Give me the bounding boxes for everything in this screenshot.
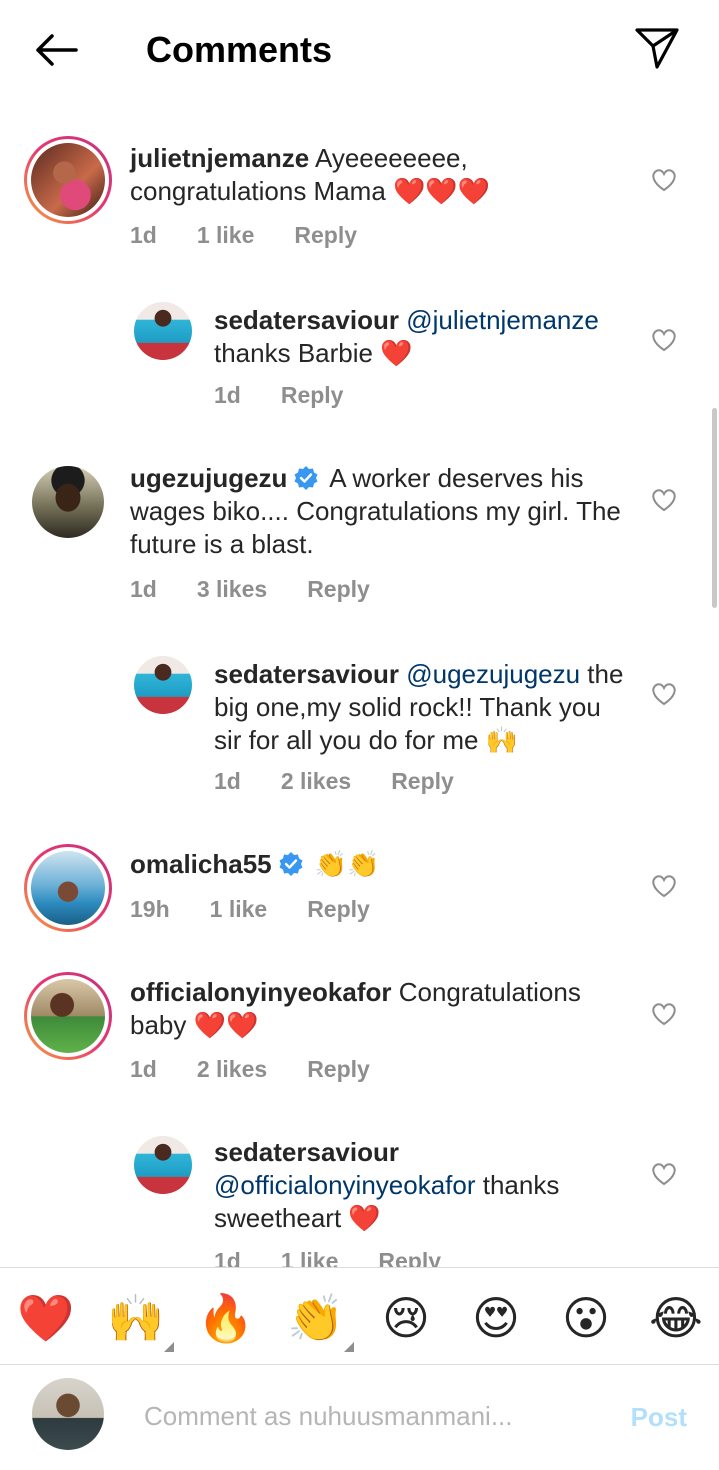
comment-time: 1d	[130, 222, 157, 248]
comment-text: julietnjemanze Ayeeeeeeee, congratulatio…	[130, 142, 630, 208]
comment-time: 1d	[214, 382, 241, 408]
heart-icon[interactable]	[649, 164, 679, 194]
verified-badge-icon	[294, 466, 318, 490]
my-avatar	[32, 1378, 104, 1450]
raising-hands-glyph: 🙌	[107, 1292, 165, 1344]
crying-face-emoji[interactable]: 😢	[376, 1288, 436, 1348]
comment-likes[interactable]: 2 likes	[197, 1056, 267, 1083]
comment-text: ugezujugezu A worker deserves his wages …	[130, 462, 630, 561]
heart-eyes-emoji[interactable]: 😍	[466, 1288, 526, 1348]
mention-link[interactable]: @ugezujugezu	[406, 659, 580, 689]
clapping-hands-emoji[interactable]: 👏	[286, 1288, 354, 1352]
comment-username[interactable]: officialonyinyeokafor	[130, 977, 392, 1007]
comments-list[interactable]: julietnjemanze Ayeeeeeeee, congratulatio…	[0, 100, 719, 1267]
comment-username[interactable]: sedatersaviour	[214, 1137, 399, 1167]
back-arrow-icon[interactable]	[28, 26, 84, 74]
comment-item: julietnjemanze Ayeeeeeeee, congratulatio…	[0, 136, 719, 276]
reply-button[interactable]: Reply	[307, 1056, 370, 1083]
reply-button[interactable]: Reply	[307, 576, 370, 603]
page-title: Comments	[146, 29, 333, 70]
reply-button[interactable]: Reply	[378, 1248, 441, 1267]
header: Comments	[0, 0, 719, 100]
red-heart-emoji[interactable]: ❤️	[16, 1288, 76, 1348]
comment-input[interactable]	[144, 1394, 594, 1438]
comment-likes[interactable]: 2 likes	[281, 768, 351, 795]
comment-meta: 1d 1 like Reply	[214, 1248, 481, 1267]
heart-icon[interactable]	[649, 484, 679, 514]
comment-item: officialonyinyeokafor Congratulations ba…	[0, 972, 719, 1112]
comment-likes[interactable]: 1 like	[281, 1248, 339, 1267]
clapping-hands-glyph: 👏	[287, 1292, 345, 1344]
avatar[interactable]	[134, 1136, 192, 1194]
reply-item: sedatersaviour @officialonyinyeokafor th…	[0, 1134, 719, 1267]
reply-item: sedatersaviour @julietnjemanze thanks Ba…	[0, 300, 719, 420]
reply-button[interactable]: Reply	[391, 768, 454, 795]
comment-likes[interactable]: 1 like	[210, 896, 268, 923]
comment-time: 1d	[214, 768, 241, 794]
comment-text: sedatersaviour @julietnjemanze thanks Ba…	[214, 304, 634, 370]
comment-text: sedatersaviour @officialonyinyeokafor th…	[214, 1136, 634, 1235]
comment-likes[interactable]: 1 like	[197, 222, 255, 249]
comment-text: sedatersaviour @ugezujugezu the big one,…	[214, 658, 634, 757]
comment-meta: 19h 1 like Reply	[130, 896, 410, 923]
comment-item: ugezujugezu A worker deserves his wages …	[0, 462, 719, 622]
emoji-quick-bar: ❤️ 🙌 🔥 👏 😢 😍 😮 😂	[0, 1267, 719, 1365]
raising-hands-emoji[interactable]: 🙌	[106, 1288, 174, 1352]
comment-meta: 1d 3 likes Reply	[130, 576, 410, 603]
comment-username[interactable]: sedatersaviour	[214, 305, 399, 335]
comment-time: 1d	[214, 1248, 241, 1267]
reply-item: sedatersaviour @ugezujugezu the big one,…	[0, 654, 719, 814]
comment-username[interactable]: omalicha55	[130, 849, 272, 879]
comment-username[interactable]: ugezujugezu	[130, 463, 287, 493]
post-button[interactable]: Post	[631, 1402, 687, 1433]
send-icon[interactable]	[631, 24, 683, 72]
heart-icon[interactable]	[649, 870, 679, 900]
mention-link[interactable]: @officialonyinyeokafor	[214, 1170, 476, 1200]
heart-icon[interactable]	[649, 1158, 679, 1188]
avatar[interactable]	[24, 972, 112, 1060]
heart-icon[interactable]	[649, 678, 679, 708]
mention-link[interactable]: @julietnjemanze	[406, 305, 599, 335]
heart-icon[interactable]	[649, 998, 679, 1028]
comment-meta: 1d 2 likes Reply	[214, 768, 494, 795]
comment-time: 1d	[130, 576, 157, 602]
avatar[interactable]	[24, 844, 112, 932]
surprised-face-emoji[interactable]: 😮	[556, 1288, 616, 1348]
comment-likes[interactable]: 3 likes	[197, 576, 267, 603]
comment-meta: 1d 1 like Reply	[130, 222, 397, 249]
comment-username[interactable]: julietnjemanze	[130, 143, 309, 173]
fire-emoji[interactable]: 🔥	[196, 1288, 256, 1348]
comment-composer: Post	[0, 1366, 719, 1470]
skin-tone-indicator-icon	[344, 1342, 354, 1352]
avatar[interactable]	[134, 656, 192, 714]
avatar[interactable]	[134, 302, 192, 360]
comment-content: 👏👏	[314, 849, 380, 879]
comment-time: 19h	[130, 896, 170, 922]
comment-text: omalicha55 👏👏	[130, 848, 630, 881]
skin-tone-indicator-icon	[164, 1342, 174, 1352]
comment-meta: 1d Reply	[214, 382, 383, 409]
avatar[interactable]	[24, 136, 112, 224]
comment-time: 1d	[130, 1056, 157, 1082]
comment-username[interactable]: sedatersaviour	[214, 659, 399, 689]
reply-button[interactable]: Reply	[294, 222, 357, 249]
avatar[interactable]	[32, 466, 104, 538]
comment-meta: 1d 2 likes Reply	[130, 1056, 410, 1083]
comment-item: omalicha55 👏👏 19h 1 like Reply	[0, 844, 719, 944]
comment-content: thanks Barbie ❤️	[214, 338, 413, 368]
comment-text: officialonyinyeokafor Congratulations ba…	[130, 976, 630, 1042]
scrollbar[interactable]	[712, 408, 717, 608]
verified-badge-icon	[279, 852, 303, 876]
reply-button[interactable]: Reply	[307, 896, 370, 923]
reply-button[interactable]: Reply	[281, 382, 344, 409]
heart-icon[interactable]	[649, 324, 679, 354]
laughing-tears-emoji[interactable]: 😂	[646, 1288, 706, 1348]
